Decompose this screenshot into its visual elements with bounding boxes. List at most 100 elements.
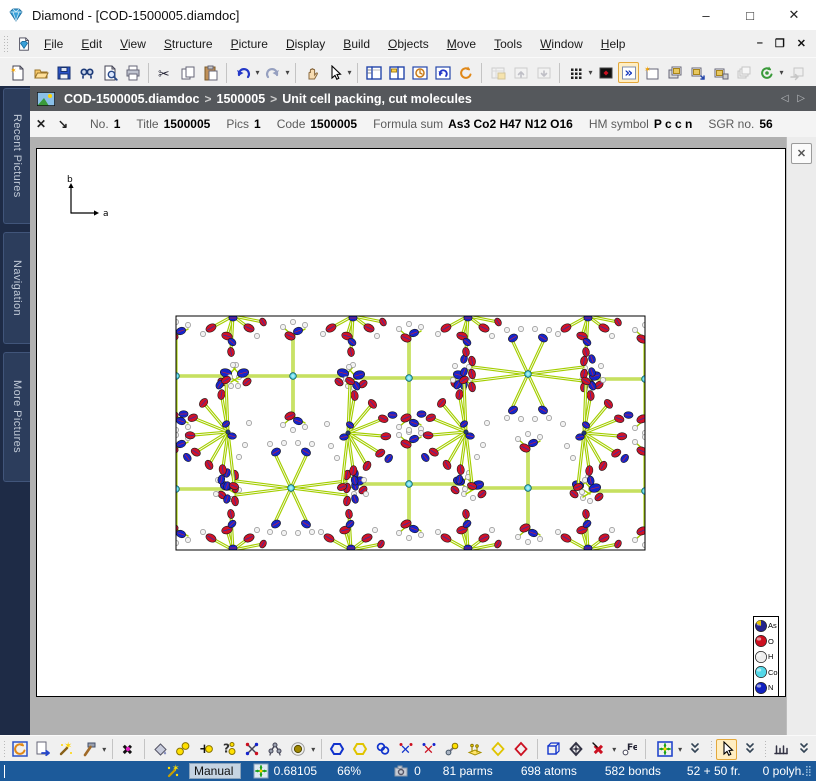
bond-builder-button[interactable] — [442, 739, 463, 760]
orient-molecule-button[interactable] — [566, 739, 587, 760]
menu-edit[interactable]: Edit — [72, 33, 111, 55]
duplicate-picture-button[interactable] — [687, 62, 708, 83]
menu-structure[interactable]: Structure — [155, 33, 222, 55]
open-document-button[interactable] — [30, 62, 51, 83]
more-pointer-button[interactable] — [739, 739, 760, 760]
print-preview-button[interactable] — [99, 62, 120, 83]
atom-grid-button[interactable] — [565, 62, 586, 83]
breadcrumb-picture[interactable]: Unit cell packing, cut molecules — [282, 92, 472, 106]
child-restore-button[interactable]: ❐ — [775, 37, 785, 50]
menu-file[interactable]: File — [35, 33, 72, 55]
lattice-planes-button[interactable] — [465, 739, 486, 760]
save-button[interactable] — [53, 62, 74, 83]
toolbar-grip[interactable] — [3, 740, 6, 758]
create-molecules-button[interactable] — [173, 739, 194, 760]
import-picture-button[interactable] — [786, 62, 807, 83]
complete-fragments-button[interactable]: ? — [219, 739, 240, 760]
child-minimize-button[interactable]: – — [757, 37, 763, 50]
minimize-button[interactable]: – — [684, 1, 728, 29]
breadcrumb-forward-icon[interactable]: ▷ — [797, 93, 808, 104]
coordination-sphere-button[interactable] — [288, 739, 309, 760]
update-picture-button[interactable] — [10, 739, 31, 760]
atom-grid-dropdown-icon[interactable]: ▾ — [587, 68, 594, 77]
breadcrumb-document[interactable]: COD-1500005.diamdoc — [64, 92, 199, 106]
side-tab-recent-pictures[interactable]: Recent Pictures — [3, 88, 30, 224]
cut-button[interactable]: ✂ — [154, 62, 175, 83]
more-measure-button[interactable] — [794, 739, 815, 760]
paste-button[interactable] — [200, 62, 221, 83]
pointer-mode-button[interactable] — [716, 739, 737, 760]
break-rings-blue-button[interactable]: ✕ — [396, 739, 417, 760]
menu-view[interactable]: View — [111, 33, 155, 55]
history-panel-button[interactable] — [409, 62, 430, 83]
add-atoms-button[interactable]: + — [196, 739, 217, 760]
picture-blackout-button[interactable] — [595, 62, 616, 83]
build-tools-dropdown-icon[interactable]: ▾ — [101, 745, 108, 754]
breadcrumb-structure[interactable]: 1500005 — [217, 92, 266, 106]
menu-window[interactable]: Window — [531, 33, 592, 55]
child-close-button[interactable]: ✕ — [797, 37, 806, 50]
close-button[interactable]: ✕ — [772, 1, 816, 29]
new-document-button[interactable]: ✶ — [7, 62, 28, 83]
revert-panel-button[interactable] — [432, 62, 453, 83]
print-button[interactable] — [122, 62, 143, 83]
picture-history-button[interactable] — [756, 62, 777, 83]
copy-button[interactable] — [177, 62, 198, 83]
unit-cell-box-button[interactable] — [543, 739, 564, 760]
new-picture-button[interactable]: ✶ — [641, 62, 662, 83]
pointer-select-button[interactable] — [324, 62, 345, 83]
menubar-grip[interactable] — [3, 35, 10, 53]
redo-button[interactable] — [262, 62, 283, 83]
menu-objects[interactable]: Objects — [379, 33, 438, 55]
infobar-close-icon[interactable]: ✕ — [30, 117, 52, 131]
picture-wizard-button[interactable]: ✶ — [56, 739, 77, 760]
breadcrumb-back-icon[interactable]: ◁ — [781, 93, 792, 104]
table-new-button[interactable] — [487, 62, 508, 83]
toolbar-grip[interactable] — [764, 740, 767, 758]
undo-button[interactable] — [232, 62, 253, 83]
tree-panel-button[interactable] — [363, 62, 384, 83]
picture-history-dropdown-icon[interactable]: ▾ — [778, 68, 785, 77]
redo-dropdown-icon[interactable]: ▾ — [284, 68, 291, 77]
stack-pictures-button[interactable] — [733, 62, 754, 83]
pan-hand-button[interactable] — [301, 62, 322, 83]
build-tools-button[interactable] — [79, 739, 100, 760]
measure-mode-button[interactable] — [771, 739, 792, 760]
pointer-select-dropdown-icon[interactable]: ▾ — [346, 68, 353, 77]
copy-picture-button[interactable] — [664, 62, 685, 83]
cut-bonds-dropdown-icon[interactable]: ▾ — [611, 745, 618, 754]
side-tab-navigation[interactable]: Navigation — [3, 232, 30, 344]
fill-unit-cell-button[interactable] — [150, 739, 171, 760]
ring-yellow-button[interactable] — [488, 739, 509, 760]
table-down-button[interactable] — [533, 62, 554, 83]
structure-drawing[interactable]: ba — [37, 149, 785, 696]
rings-blue-button[interactable] — [373, 739, 394, 760]
polyhedra-blue-button[interactable] — [327, 739, 348, 760]
move-picture-dropdown-icon[interactable]: ▾ — [677, 745, 684, 754]
maximize-button[interactable]: □ — [728, 1, 772, 29]
menu-help[interactable]: Help — [592, 33, 635, 55]
menu-picture[interactable]: Picture — [222, 33, 277, 55]
toolbar-grip[interactable] — [710, 740, 713, 758]
resize-grip[interactable]: ⣿ — [805, 766, 812, 777]
connect-atoms-button[interactable] — [242, 739, 263, 760]
move-picture-button[interactable] — [655, 739, 676, 760]
refresh-panel-button[interactable] — [455, 62, 476, 83]
menu-build[interactable]: Build — [334, 33, 379, 55]
canvas-close-button[interactable]: ✕ — [791, 143, 812, 164]
ring-red-button[interactable] — [511, 739, 532, 760]
polyhedra-yellow-button[interactable] — [350, 739, 371, 760]
break-rings-red-button[interactable]: ✕ — [419, 739, 440, 760]
data-panel-button[interactable] — [386, 62, 407, 83]
coordination-sphere-dropdown-icon[interactable]: ▾ — [310, 745, 317, 754]
infobar-apply-icon[interactable]: ↘ — [52, 117, 74, 131]
more-below-button[interactable] — [685, 739, 706, 760]
undo-dropdown-icon[interactable]: ▾ — [254, 68, 261, 77]
side-tab-more-pictures[interactable]: More Pictures — [3, 352, 30, 482]
table-up-button[interactable] — [510, 62, 531, 83]
find-button[interactable] — [76, 62, 97, 83]
next-picture-button[interactable]: » — [618, 62, 639, 83]
arrange-pictures-button[interactable] — [710, 62, 731, 83]
cut-bonds-button[interactable]: ✖ — [589, 739, 610, 760]
menu-tools[interactable]: Tools — [485, 33, 531, 55]
